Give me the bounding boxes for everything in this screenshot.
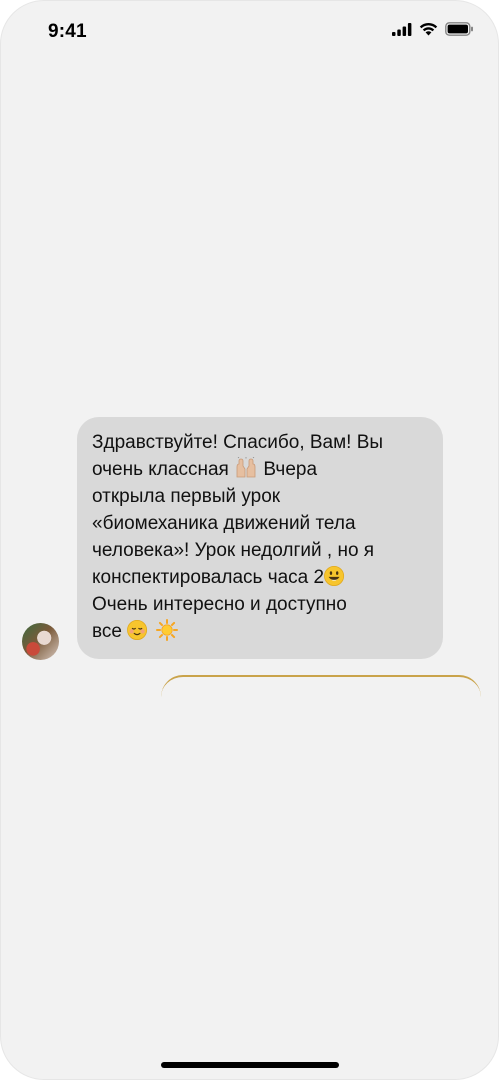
message-text-part: конспектировалась часа 2 — [92, 567, 325, 588]
outgoing-message-bubble-edge — [161, 675, 481, 707]
message-line: конспектировалась часа 2 — [92, 564, 429, 591]
message-line: человека»! Урок недолгий , но я — [92, 540, 375, 561]
smiley-emoji — [324, 566, 345, 586]
message-line: открыла первый урок — [92, 486, 281, 507]
raised-hands-emoji — [236, 457, 256, 478]
phone-screen: 9:41 Здравствуйте! Спасибо, Вам! Вы очен… — [0, 0, 499, 1080]
message-line: «биомеханика движений тела — [92, 513, 356, 534]
message-text-part: все — [92, 621, 122, 642]
message-text-part: очень классная — [92, 459, 229, 480]
message-text: Здравствуйте! Спасибо, Вам! Вы очень кла… — [92, 429, 429, 645]
message-line: все — [92, 618, 429, 645]
chat-messages: Здравствуйте! Спасибо, Вам! Вы очень кла… — [1, 1, 498, 1079]
sun-emoji — [155, 619, 178, 641]
message-line: Здравствуйте! Спасибо, Вам! Вы — [92, 432, 384, 453]
home-indicator[interactable] — [161, 1062, 339, 1068]
user-avatar[interactable] — [22, 623, 59, 660]
message-bubble[interactable]: Здравствуйте! Спасибо, Вам! Вы очень кла… — [77, 417, 443, 659]
message-line: Очень интересно и доступно — [92, 594, 347, 615]
relieved-smile-emoji — [127, 620, 148, 640]
message-line: очень классная Вчера — [92, 456, 429, 483]
message-text-part: Вчера — [263, 459, 318, 480]
